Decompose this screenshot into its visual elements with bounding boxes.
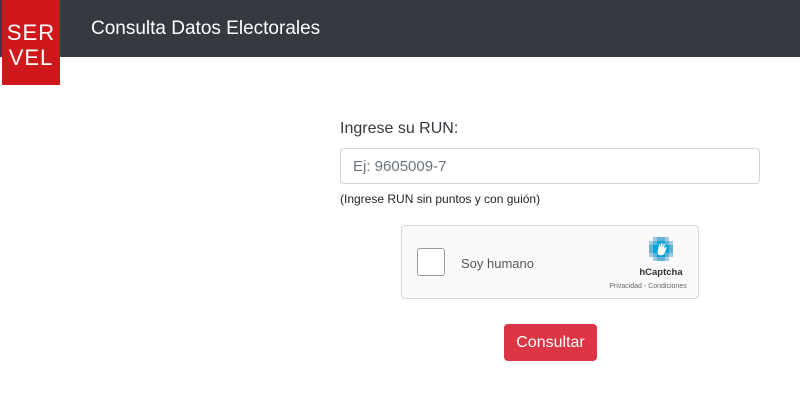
app-title: Consulta Datos Electorales xyxy=(91,18,321,39)
hcaptcha-brand: hCaptcha xyxy=(639,267,683,278)
hcaptcha-links: Privacidad - Condiciones xyxy=(598,282,698,291)
terms-link[interactable]: Condiciones xyxy=(648,283,687,290)
hcaptcha-logo-icon xyxy=(649,237,673,261)
top-navbar: Consulta Datos Electorales xyxy=(0,0,800,57)
hcaptcha-widget: Soy humano hCaptcha Privacidad - Condici… xyxy=(401,225,699,299)
run-label: Ingrese su RUN: xyxy=(340,120,459,137)
run-help-text: (Ingrese RUN sin puntos y con guión) xyxy=(340,192,541,206)
servel-logo[interactable]: SER VEL xyxy=(2,0,60,85)
captcha-checkbox[interactable] xyxy=(417,248,445,276)
privacy-link[interactable]: Privacidad xyxy=(609,283,642,290)
consultar-button[interactable]: Consultar xyxy=(504,324,597,361)
logo-text-top: SER xyxy=(6,20,56,45)
captcha-label: Soy humano xyxy=(461,256,534,271)
logo-text-bottom: VEL xyxy=(8,45,54,70)
run-input[interactable] xyxy=(340,148,760,184)
